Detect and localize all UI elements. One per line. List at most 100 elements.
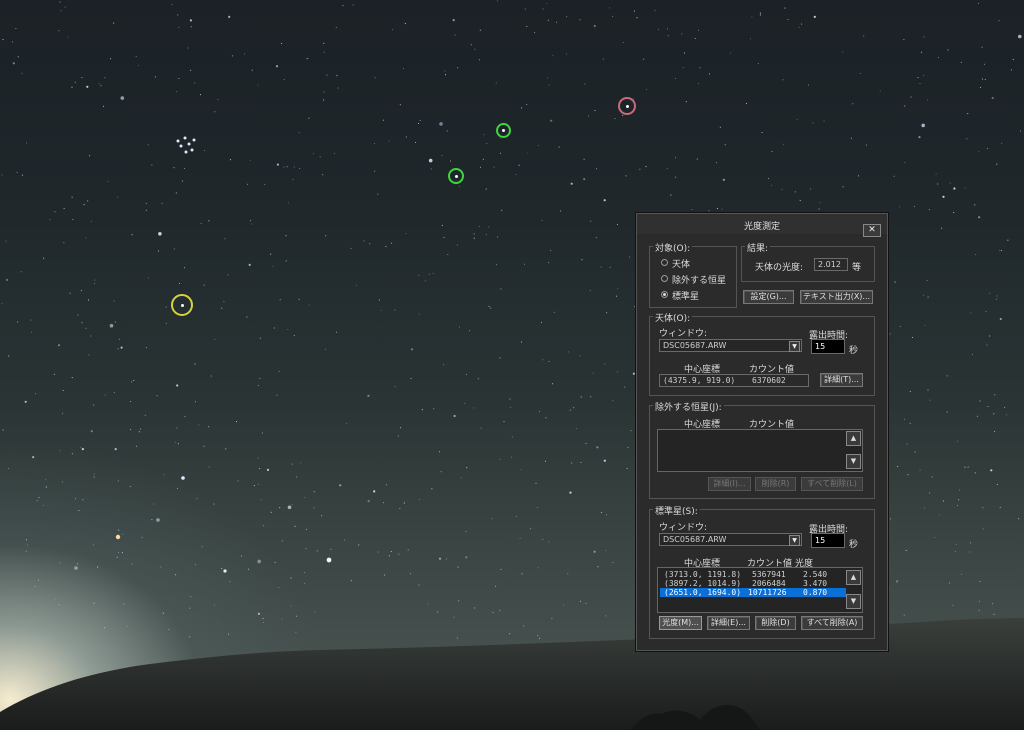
table-row[interactable]: (3897.2, 1014.9) 2066484 3.470: [660, 579, 846, 588]
object-window-select[interactable]: DSC05687.ARW ▼: [659, 339, 802, 352]
star: [464, 402, 466, 404]
exclude-star-list[interactable]: [657, 429, 863, 472]
star: [293, 335, 295, 337]
exclude-delete-all-button[interactable]: すべて削除(L): [801, 477, 863, 491]
star: [983, 63, 986, 65]
chevron-down-icon[interactable]: ▼: [789, 535, 800, 546]
target-radio-exclude[interactable]: [661, 275, 668, 282]
star: [460, 477, 462, 479]
star: [374, 170, 376, 172]
star: [524, 8, 526, 10]
star: [187, 47, 189, 49]
star: [556, 21, 558, 23]
table-row-selected[interactable]: (2651.0, 1694.0) 10711726 0.870: [660, 588, 846, 597]
star: [771, 184, 773, 186]
star: [595, 168, 598, 170]
star: [323, 91, 325, 93]
star: [21, 72, 23, 74]
star: [419, 119, 421, 121]
star: [319, 156, 321, 158]
star: [373, 143, 375, 145]
star: [584, 83, 586, 85]
text-output-button[interactable]: テキスト出力(X)...: [800, 290, 873, 304]
object-detail-button[interactable]: 詳細(T)...: [820, 373, 863, 387]
star: [967, 113, 969, 115]
target-star-marker[interactable]: [618, 97, 636, 115]
target-option-standard[interactable]: 標準星: [672, 289, 699, 302]
star: [521, 573, 523, 575]
standard-star-marker[interactable]: [496, 123, 511, 138]
star: [312, 152, 314, 155]
star: [200, 222, 202, 225]
star: [570, 182, 573, 185]
star: [183, 167, 186, 170]
dialog-titlebar[interactable]: 光度測定 ✕: [637, 214, 887, 237]
standard-detail-button[interactable]: 詳細(E)...: [707, 616, 750, 630]
star: [942, 195, 945, 198]
star: [141, 536, 143, 538]
star: [921, 123, 925, 128]
star: [519, 537, 521, 540]
standard-star-marker[interactable]: [448, 168, 464, 184]
star: [391, 242, 393, 244]
table-row[interactable]: (3713.0, 1191.8) 5367941 2.540: [660, 570, 846, 579]
star: [176, 384, 179, 387]
target-option-exclude[interactable]: 除外する恒星: [672, 273, 726, 286]
exclude-scroll-down-icon[interactable]: ▼: [846, 454, 861, 469]
star: [989, 292, 991, 294]
star: [948, 582, 950, 584]
star: [34, 585, 36, 588]
selected-standard-star-marker[interactable]: [171, 294, 193, 316]
star: [767, 178, 769, 180]
star: [996, 295, 998, 297]
star: [131, 563, 133, 565]
star: [161, 202, 163, 204]
magnitude-button[interactable]: 光度(M)...: [659, 616, 702, 630]
target-radio-standard[interactable]: [661, 291, 668, 298]
star: [225, 448, 227, 450]
star: [223, 300, 225, 303]
exclude-delete-button[interactable]: 削除(R): [755, 477, 796, 491]
star: [923, 74, 925, 76]
star: [260, 499, 262, 501]
standard-star-list[interactable]: (3713.0, 1191.8) 5367941 2.540 (3897.2, 10…: [657, 567, 863, 613]
target-radio-object[interactable]: [661, 259, 668, 266]
standard-delete-button[interactable]: 削除(D): [755, 616, 796, 630]
exclude-scroll-up-icon[interactable]: ▲: [846, 431, 861, 446]
star: [367, 394, 370, 397]
star: [229, 581, 231, 583]
star: [326, 74, 328, 76]
star: [259, 468, 261, 470]
close-icon[interactable]: ✕: [863, 224, 881, 237]
star: [60, 10, 62, 12]
star: [113, 22, 115, 24]
star: [330, 548, 332, 550]
standard-scroll-up-icon[interactable]: ▲: [846, 570, 861, 585]
standard-scroll-down-icon[interactable]: ▼: [846, 594, 861, 609]
star: [25, 142, 28, 144]
star: [499, 137, 501, 139]
star: [160, 566, 162, 568]
star: [612, 400, 614, 402]
object-exposure-input[interactable]: 15: [811, 339, 845, 354]
star: [889, 518, 891, 520]
star: [139, 428, 141, 430]
standard-exposure-input[interactable]: 15: [811, 533, 845, 548]
star: [622, 114, 624, 116]
star: [382, 119, 384, 121]
settings-button[interactable]: 設定(G)...: [743, 290, 794, 304]
standard-window-select[interactable]: DSC05687.ARW ▼: [659, 533, 802, 546]
star: [385, 246, 387, 248]
exclude-detail-button[interactable]: 詳細(I)...: [708, 477, 751, 491]
target-option-object[interactable]: 天体: [672, 257, 690, 270]
star: [129, 485, 131, 487]
star: [511, 436, 513, 438]
star: [250, 220, 252, 222]
star: [81, 76, 83, 79]
star: [89, 155, 91, 157]
standard-delete-all-button[interactable]: すべて削除(A): [801, 616, 863, 630]
chevron-down-icon[interactable]: ▼: [789, 341, 800, 352]
star: [961, 573, 963, 575]
star: [616, 371, 618, 373]
star: [237, 480, 239, 482]
